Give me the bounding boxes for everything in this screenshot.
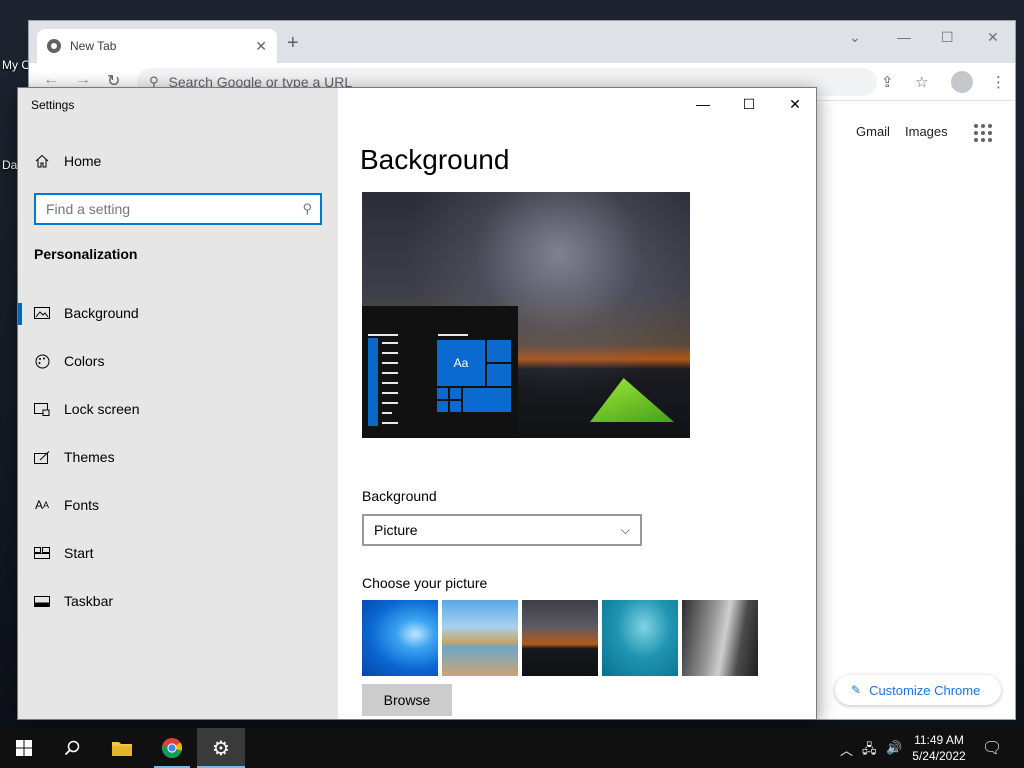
settings-sidebar: Settings Home Find a setting ⚲ Personali…	[18, 88, 338, 719]
clock-time: 11:49 AM	[914, 733, 964, 747]
fonts-icon: AA	[34, 498, 50, 512]
pencil-icon: ✎	[851, 683, 862, 697]
nav-lock-screen[interactable]: Lock screen	[18, 389, 338, 429]
background-type-value: Picture	[374, 522, 418, 538]
taskbar: ⚙ ︿ 🖧 🔊 11:49 AM 5/24/2022 🗨	[0, 728, 1024, 768]
new-tab-button[interactable]: +	[287, 33, 299, 53]
nav-taskbar[interactable]: Taskbar	[18, 581, 338, 621]
taskbar-clock[interactable]: 11:49 AM 5/24/2022	[906, 732, 972, 764]
nav-colors[interactable]: Colors	[18, 341, 338, 381]
palette-icon	[34, 354, 50, 369]
picture-thumb-rock[interactable]	[682, 600, 758, 676]
nav-home-label: Home	[64, 153, 102, 169]
notifications-icon[interactable]: 🗨	[982, 738, 1002, 758]
find-setting-input[interactable]: Find a setting ⚲	[34, 193, 322, 225]
background-preview: Aa	[362, 192, 690, 438]
maximize-icon[interactable]: ☐	[726, 88, 772, 120]
chevron-down-icon: ⌵	[620, 522, 630, 537]
profile-avatar-icon[interactable]	[951, 71, 973, 93]
nav-start-label: Start	[64, 545, 94, 561]
search-icon: ⚲	[302, 201, 312, 216]
nav-home[interactable]: Home	[18, 141, 338, 181]
customize-chrome-label: Customize Chrome	[869, 682, 981, 698]
settings-content: — ☐ ✕ Background Aa Background Picture ⌵…	[338, 88, 816, 719]
nav-fonts[interactable]: AA Fonts	[18, 485, 338, 525]
volume-icon[interactable]: 🔊	[886, 740, 902, 756]
chrome-menu-icon[interactable]: ⋮	[991, 73, 1006, 91]
chrome-icon	[161, 738, 183, 759]
nav-colors-label: Colors	[64, 353, 105, 369]
windows-logo-icon	[16, 740, 32, 756]
start-button[interactable]	[0, 728, 48, 768]
desktop-icon-label[interactable]: My C	[2, 58, 30, 72]
settings-gear-icon: ⚙	[212, 737, 230, 760]
start-icon	[34, 547, 50, 559]
chrome-tabstrip: New Tab ✕ + ⌄ — ☐ ✕	[29, 21, 1015, 63]
nav-lock-screen-label: Lock screen	[64, 401, 140, 417]
bookmark-star-icon[interactable]: ☆	[915, 73, 928, 91]
settings-window: Settings Home Find a setting ⚲ Personali…	[17, 87, 817, 720]
preview-tent	[590, 378, 674, 422]
nav-background[interactable]: Background	[18, 293, 338, 333]
folder-icon	[112, 742, 132, 756]
search-icon	[64, 740, 80, 756]
chrome-maximize-icon[interactable]: ☐	[941, 29, 954, 46]
lock-screen-icon	[34, 402, 50, 416]
tab-close-icon[interactable]: ✕	[255, 38, 267, 55]
nav-themes-label: Themes	[64, 449, 115, 465]
picture-icon	[34, 307, 50, 319]
background-type-dropdown[interactable]: Picture ⌵	[362, 514, 642, 546]
taskbar-settings[interactable]: ⚙	[197, 728, 245, 768]
gmail-link[interactable]: Gmail	[856, 124, 890, 139]
themes-icon	[34, 450, 50, 464]
taskbar-chrome[interactable]	[148, 728, 196, 768]
nav-themes[interactable]: Themes	[18, 437, 338, 477]
tab-search-icon[interactable]: ⌄	[849, 29, 861, 46]
show-hidden-icons[interactable]: ︿	[840, 740, 853, 759]
find-setting-placeholder: Find a setting	[46, 201, 131, 217]
picture-thumb-night-tent[interactable]	[522, 600, 598, 676]
images-link[interactable]: Images	[905, 124, 948, 139]
home-icon	[34, 154, 50, 168]
window-controls: — ☐ ✕	[680, 88, 816, 120]
chrome-tab[interactable]: New Tab ✕	[37, 29, 277, 63]
desktop-icon-label[interactable]: Da	[2, 158, 17, 172]
nav-taskbar-label: Taskbar	[64, 593, 114, 609]
chrome-tab-title: New Tab	[70, 39, 117, 53]
page-title: Background	[360, 144, 510, 175]
window-title: Settings	[31, 98, 75, 112]
clock-date: 5/24/2022	[912, 749, 966, 763]
picture-thumb-underwater[interactable]	[602, 600, 678, 676]
choose-picture-label: Choose your picture	[362, 575, 488, 591]
picture-thumb-windows[interactable]	[362, 600, 438, 676]
preview-start-menu: Aa	[362, 306, 518, 438]
nav-background-label: Background	[64, 305, 139, 321]
section-heading: Personalization	[34, 246, 138, 262]
taskbar-search-button[interactable]	[48, 728, 96, 768]
network-icon[interactable]: 🖧	[862, 740, 877, 762]
chrome-minimize-icon[interactable]: —	[897, 29, 911, 45]
browse-button[interactable]: Browse	[362, 684, 452, 716]
picture-thumb-beach[interactable]	[442, 600, 518, 676]
share-icon[interactable]: ⇪	[881, 73, 894, 91]
chrome-favicon-icon	[47, 39, 61, 53]
taskbar-icon	[34, 595, 50, 607]
close-icon[interactable]: ✕	[772, 88, 816, 120]
taskbar-file-explorer[interactable]	[98, 728, 146, 768]
background-label: Background	[362, 488, 437, 504]
nav-fonts-label: Fonts	[64, 497, 100, 513]
preview-tile: Aa	[437, 340, 485, 386]
google-apps-icon[interactable]	[974, 124, 992, 142]
nav-start[interactable]: Start	[18, 533, 338, 573]
customize-chrome-button[interactable]: ✎ Customize Chrome	[835, 675, 1001, 705]
minimize-icon[interactable]: —	[680, 88, 726, 120]
chrome-close-icon[interactable]: ✕	[987, 29, 999, 46]
